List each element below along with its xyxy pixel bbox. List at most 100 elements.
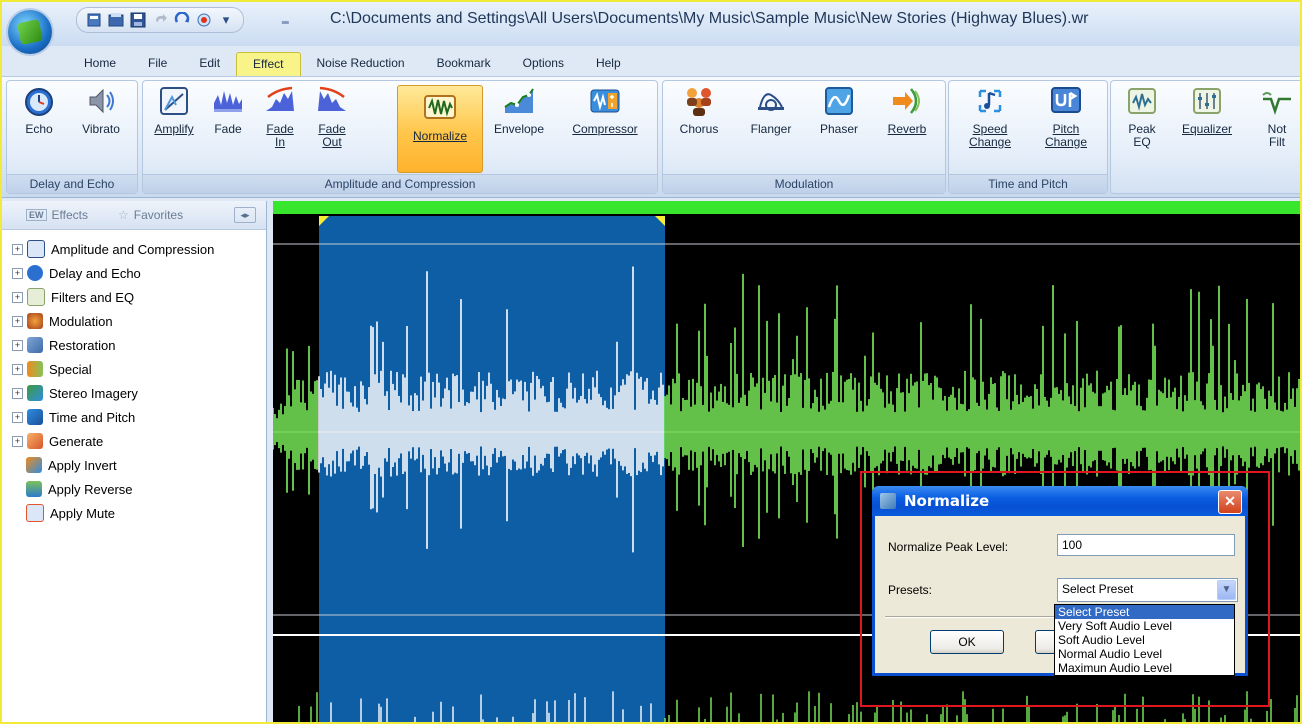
pitch-change-button[interactable]: Pitch Change — [1031, 85, 1101, 167]
pitch-change-label: Pitch Change — [1044, 122, 1088, 149]
undo-icon[interactable] — [151, 11, 169, 29]
vibrato-button[interactable]: Vibrato — [73, 85, 129, 167]
flanger-button[interactable]: Flanger — [741, 85, 801, 167]
compressor-button[interactable]: Compressor — [563, 85, 647, 167]
tree-item-apply-reverse[interactable]: Apply Reverse — [12, 477, 214, 501]
envelope-button[interactable]: Envelope — [487, 85, 551, 167]
group-amplitude-and-compression: Amplify Fade Fade In Fade Out Normalize … — [142, 80, 658, 194]
expand-icon[interactable]: + — [12, 363, 23, 375]
notch-filter-button[interactable]: Not Filt — [1247, 85, 1300, 167]
expand-icon[interactable]: + — [12, 315, 23, 327]
tab-effect[interactable]: Effect — [236, 52, 301, 76]
tab-help[interactable]: Help — [580, 52, 637, 75]
preset-option[interactable]: Maximun Audio Level — [1055, 661, 1234, 675]
tree-item-modulation[interactable]: + Modulation — [12, 309, 214, 333]
save-icon[interactable] — [129, 11, 147, 29]
tab-favorites[interactable]: ☆ Favorites — [118, 208, 183, 222]
presets-dropdown-list: Select Preset Very Soft Audio Level Soft… — [1054, 604, 1235, 676]
new-file-icon[interactable] — [85, 11, 103, 29]
tree-label: Special — [49, 361, 92, 377]
preset-option[interactable]: Very Soft Audio Level — [1055, 619, 1234, 633]
tab-effects-label: Effects — [51, 208, 88, 222]
compressor-label: Compressor — [572, 122, 638, 136]
invert-icon — [26, 457, 42, 473]
record-icon[interactable] — [195, 11, 213, 29]
expand-icon[interactable]: + — [12, 435, 23, 447]
tree-item-time-and-pitch[interactable]: + Time and Pitch — [12, 405, 214, 429]
ribbon: Echo Vibrato Delay and Echo Amplify Fade… — [2, 76, 1300, 198]
tree-label: Delay and Echo — [49, 265, 141, 281]
peak-eq-button[interactable]: Peak EQ — [1117, 85, 1167, 167]
equalizer-button[interactable]: Equalizer — [1177, 85, 1237, 167]
expand-icon[interactable]: + — [12, 267, 23, 279]
tree-label: Generate — [49, 433, 104, 449]
expand-icon[interactable]: + — [12, 387, 23, 399]
tab-noise-reduction[interactable]: Noise Reduction — [301, 52, 421, 75]
vibrato-icon — [85, 85, 117, 117]
mute-icon — [26, 504, 44, 522]
filters-icon — [27, 288, 45, 306]
fade-in-icon — [264, 85, 296, 117]
timeline-bar[interactable] — [273, 201, 1302, 214]
expand-icon[interactable]: + — [12, 339, 23, 351]
chorus-button[interactable]: Chorus — [669, 85, 729, 167]
dropdown-arrow-icon[interactable]: ▾ — [217, 11, 235, 29]
tab-edit[interactable]: Edit — [183, 52, 236, 75]
tab-bookmark[interactable]: Bookmark — [421, 52, 507, 75]
normalize-button[interactable]: Normalize — [397, 85, 483, 173]
envelope-label: Envelope — [493, 122, 545, 136]
tree-item-generate[interactable]: + Generate — [12, 429, 214, 453]
reverb-label: Reverb — [887, 122, 927, 136]
speed-change-label: Speed Change — [968, 122, 1012, 149]
dialog-title-bar[interactable]: Normalize ✕ — [872, 486, 1248, 516]
equalizer-label: Equalizer — [1181, 122, 1233, 136]
expand-icon[interactable]: + — [12, 243, 23, 255]
preset-option[interactable]: Select Preset — [1055, 605, 1234, 619]
tree-item-filters-and-eq[interactable]: + Filters and EQ — [12, 285, 214, 309]
expand-icon[interactable]: + — [12, 411, 23, 423]
tab-favorites-label: Favorites — [133, 208, 184, 222]
redo-icon[interactable] — [173, 11, 191, 29]
tab-file[interactable]: File — [132, 52, 183, 75]
phaser-icon — [823, 85, 855, 117]
panel-scroll-arrows[interactable]: ◂▸ — [234, 207, 256, 223]
tab-effects[interactable]: EW Effects — [26, 208, 88, 222]
fade-in-button[interactable]: Fade In — [255, 85, 305, 167]
echo-button[interactable]: Echo — [11, 85, 67, 167]
expand-icon[interactable]: + — [12, 291, 23, 303]
reverb-button[interactable]: Reverb — [875, 85, 939, 167]
amplify-button[interactable]: Amplify — [149, 85, 199, 167]
tree-label: Time and Pitch — [49, 409, 136, 425]
peak-level-input[interactable]: 100 — [1057, 534, 1235, 556]
phaser-button[interactable]: Phaser — [809, 85, 869, 167]
tree-label: Modulation — [49, 313, 113, 329]
speed-change-button[interactable]: Speed Change — [955, 85, 1025, 167]
tab-home[interactable]: Home — [68, 52, 132, 75]
tree-item-apply-mute[interactable]: Apply Mute — [12, 501, 214, 525]
close-button[interactable]: ✕ — [1218, 490, 1242, 514]
preset-option[interactable]: Normal Audio Level — [1055, 647, 1234, 661]
tab-options[interactable]: Options — [507, 52, 580, 75]
app-menu-orb[interactable] — [8, 10, 52, 54]
ok-button[interactable]: OK — [930, 630, 1004, 654]
fade-button[interactable]: Fade — [203, 85, 253, 167]
chevron-down-icon[interactable]: ▼ — [1217, 580, 1236, 600]
time-pitch-icon — [27, 409, 43, 425]
open-file-icon[interactable] — [107, 11, 125, 29]
presets-select[interactable]: Select Preset ▼ — [1057, 578, 1238, 602]
tree-item-amplitude-and-compression[interactable]: + Amplitude and Compression — [12, 237, 214, 261]
amplify-icon — [158, 85, 190, 117]
fade-out-button[interactable]: Fade Out — [307, 85, 357, 167]
normalize-dialog-icon — [880, 493, 896, 509]
tree-item-special[interactable]: + Special — [12, 357, 214, 381]
tree-item-apply-invert[interactable]: Apply Invert — [12, 453, 214, 477]
effects-tab-icon: EW — [26, 209, 47, 221]
vibrato-label: Vibrato — [82, 122, 120, 136]
restoration-icon — [27, 337, 43, 353]
customize-toolbar-icon[interactable]: ‗ — [282, 10, 289, 24]
tree-item-delay-and-echo[interactable]: + Delay and Echo — [12, 261, 214, 285]
preset-option[interactable]: Soft Audio Level — [1055, 633, 1234, 647]
tree-item-stereo-imagery[interactable]: + Stereo Imagery — [12, 381, 214, 405]
tree-item-restoration[interactable]: + Restoration — [12, 333, 214, 357]
notch-filter-label: Not Filt — [1267, 122, 1287, 149]
